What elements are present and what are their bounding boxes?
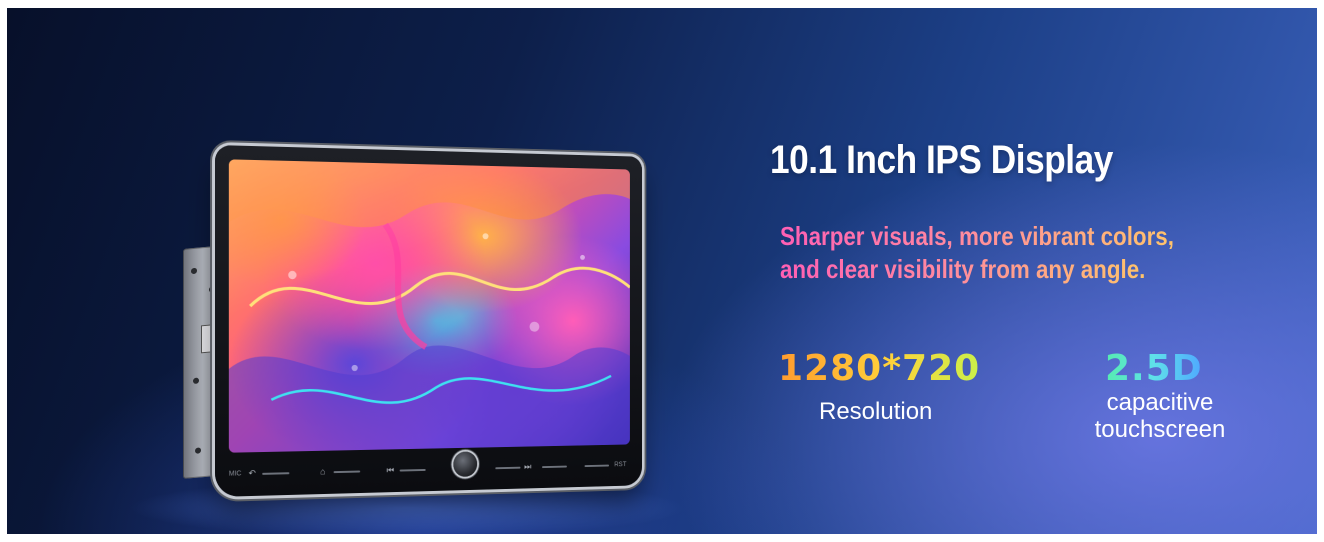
subheadline-line-2: and clear visibility from any angle. <box>780 254 1146 284</box>
touchscreen-label-line-2: touchscreen <box>1094 416 1226 443</box>
back-button[interactable] <box>262 472 290 475</box>
back-icon[interactable]: ↶ <box>248 468 255 478</box>
reset-label: RST <box>614 461 627 469</box>
touchscreen-value: 2.5D <box>1105 348 1203 389</box>
next-track-button[interactable] <box>495 466 521 470</box>
chassis-screw-hole <box>193 377 199 385</box>
front-control-strip: MIC ↶ ⌂ ⏮ ⏭ RST <box>227 451 632 487</box>
subheadline-line-1: Sharper visuals, more vibrant colors, <box>780 221 1174 251</box>
display-bezel: MIC ↶ ⌂ ⏮ ⏭ RST <box>215 145 642 497</box>
home-icon[interactable]: ⌂ <box>320 466 325 476</box>
mode-button[interactable] <box>542 465 567 469</box>
resolution-label: Resolution <box>819 398 933 425</box>
power-button[interactable] <box>584 464 610 468</box>
usb-port <box>201 324 213 354</box>
mic-label: MIC <box>228 470 242 478</box>
previous-track-icon[interactable]: ⏮ <box>387 465 395 475</box>
resolution-value: 1280*720 <box>778 348 981 389</box>
previous-track-button[interactable] <box>399 468 426 472</box>
volume-knob[interactable] <box>453 451 478 477</box>
screen-gloss <box>228 159 630 453</box>
headline: 10.1 Inch IPS Display <box>770 138 1113 182</box>
touchscreen-label-line-1: capacitive <box>1106 389 1214 416</box>
next-track-icon[interactable]: ⏭ <box>524 462 531 472</box>
display-screen <box>228 159 630 453</box>
car-head-unit-image: MIC ↶ ⌂ ⏮ ⏭ RST <box>177 145 677 505</box>
chassis-screw-hole <box>195 447 201 454</box>
chassis-screw-hole <box>191 267 197 275</box>
home-button[interactable] <box>333 470 361 474</box>
